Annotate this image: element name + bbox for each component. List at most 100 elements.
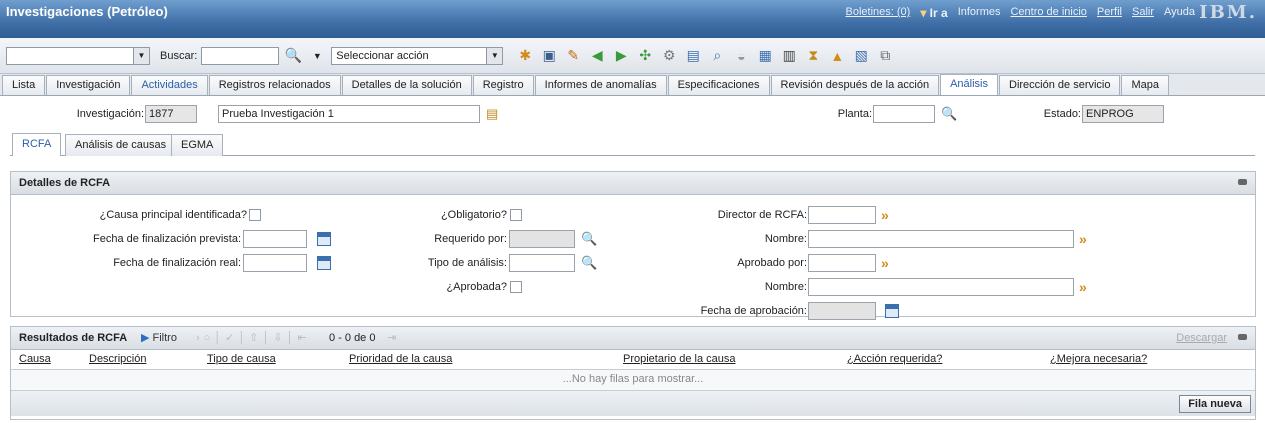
- chevron-down-icon: ▼: [486, 47, 503, 64]
- tab-lista[interactable]: Lista: [2, 75, 46, 95]
- tab-analisis-causas[interactable]: Análisis de causas: [65, 134, 177, 156]
- root-cause-checkbox[interactable]: [249, 209, 261, 221]
- approval-date-label: Fecha de aprobación:: [700, 305, 807, 317]
- vehicle-icon[interactable]: ◒: [731, 46, 751, 66]
- column-improvement-needed[interactable]: ¿Mejora necesaria?: [1050, 353, 1147, 365]
- hourglass-icon[interactable]: ⧗: [803, 46, 823, 66]
- planned-end-label: Fecha de finalización prevista:: [93, 233, 241, 245]
- detail-menu-icon[interactable]: »: [881, 256, 889, 270]
- analysis-type-input[interactable]: [509, 254, 575, 272]
- link-start-center[interactable]: Centro de inicio: [1010, 6, 1086, 20]
- title-bar: Investigaciones (Petróleo) Boletines: (0…: [0, 0, 1265, 38]
- filter-button[interactable]: ▶ Filtro: [141, 327, 177, 349]
- link-bulletins[interactable]: Boletines: (0): [846, 6, 911, 20]
- sub-tabs: RCFA Análisis de causas EGMA: [10, 132, 1255, 156]
- edit-icon[interactable]: ✎: [563, 46, 583, 66]
- tab-investigacion[interactable]: Investigación: [46, 75, 131, 95]
- detail-menu-icon[interactable]: »: [881, 208, 889, 222]
- column-cause-owner[interactable]: Propietario de la causa: [623, 353, 736, 365]
- tab-analisis[interactable]: Análisis: [940, 74, 998, 95]
- tab-mapa[interactable]: Mapa: [1121, 75, 1170, 95]
- toolbar: ▼ Buscar: 🔍 ▼ Seleccionar acción ▼ ✱ ▣ ✎…: [0, 38, 1265, 74]
- approval-date-input[interactable]: [808, 302, 876, 320]
- tab-informes-anomalias[interactable]: Informes de anomalías: [534, 75, 667, 95]
- plant-field[interactable]: [873, 105, 935, 123]
- tab-detalles-solucion[interactable]: Detalles de la solución: [341, 75, 472, 95]
- mandatory-checkbox[interactable]: [510, 209, 522, 221]
- analysis-type-label: Tipo de análisis:: [427, 257, 507, 269]
- link-goto[interactable]: ▾ Ir a: [920, 6, 947, 20]
- tab-rcfa[interactable]: RCFA: [12, 133, 62, 156]
- rcfa-form: ¿Causa principal identificada? Fecha de …: [11, 195, 1255, 320]
- tab-egma[interactable]: EGMA: [171, 134, 224, 156]
- report-icon[interactable]: ▤: [683, 46, 703, 66]
- tab-registros-relacionados[interactable]: Registros relacionados: [208, 75, 341, 95]
- save-icon[interactable]: ▣: [539, 46, 559, 66]
- required-by-label: Requerido por:: [434, 233, 507, 245]
- link-help[interactable]: Ayuda: [1164, 6, 1195, 20]
- header-links: Boletines: (0) ▾ Ir a Informes Centro de…: [846, 6, 1196, 20]
- actual-end-label: Fecha de finalización real:: [113, 257, 241, 269]
- detail-menu-icon[interactable]: »: [1079, 280, 1087, 294]
- actual-end-input[interactable]: [243, 254, 307, 272]
- column-cause[interactable]: Causa: [19, 353, 51, 365]
- tab-direccion-servicio[interactable]: Dirección de servicio: [999, 75, 1121, 95]
- search-icon[interactable]: 🔍: [941, 106, 957, 122]
- next-icon[interactable]: ▶: [611, 46, 631, 66]
- calendar-icon[interactable]: [317, 256, 331, 270]
- calendar-icon[interactable]: [317, 232, 331, 246]
- action-select[interactable]: Seleccionar acción ▼: [331, 46, 504, 65]
- download-link[interactable]: Descargar: [1176, 327, 1227, 349]
- long-description-icon[interactable]: ▤: [486, 106, 498, 122]
- column-cause-priority[interactable]: Prioridad de la causa: [349, 353, 452, 365]
- column-action-required[interactable]: ¿Acción requerida?: [847, 353, 942, 365]
- name-label-1: Nombre:: [764, 233, 807, 245]
- approver-name-input[interactable]: [808, 278, 1074, 296]
- document-icon[interactable]: ▧: [851, 46, 871, 66]
- column-description[interactable]: Descripción: [89, 353, 146, 365]
- approved-q-label: ¿Aprobada?: [446, 281, 507, 293]
- search-input[interactable]: [201, 46, 280, 65]
- search-options-icon[interactable]: ▼: [307, 46, 327, 66]
- tab-registro[interactable]: Registro: [472, 75, 534, 95]
- record-header: Investigación: 1877 Prueba Investigación…: [0, 96, 1265, 132]
- investigation-id-field[interactable]: 1877: [145, 105, 197, 123]
- results-toolbar: Resultados de RCFA ▶ Filtro ›○│✓│⇧│⇩│⇤ 0…: [11, 327, 1255, 350]
- query-select[interactable]: ▼: [6, 46, 150, 65]
- director-input[interactable]: [808, 206, 876, 224]
- planned-end-input[interactable]: [243, 230, 307, 248]
- search-icon[interactable]: 🔍: [581, 255, 597, 271]
- status-field[interactable]: ENPROG: [1082, 105, 1164, 123]
- link-reports[interactable]: Informes: [958, 6, 1001, 20]
- column-cause-type[interactable]: Tipo de causa: [207, 353, 276, 365]
- tab-especificaciones[interactable]: Especificaciones: [667, 75, 770, 95]
- detail-menu-icon[interactable]: »: [1079, 232, 1087, 246]
- empty-table-message: ...No hay filas para mostrar...: [11, 370, 1255, 390]
- search-icon[interactable]: 🔍: [581, 231, 597, 247]
- tab-revision-despues-accion[interactable]: Revisión después de la acción: [770, 75, 940, 95]
- copy-icon[interactable]: ⧉: [875, 46, 895, 66]
- description-field[interactable]: Prueba Investigación 1: [218, 105, 480, 123]
- approved-checkbox[interactable]: [510, 281, 522, 293]
- required-by-input[interactable]: [509, 230, 575, 248]
- link-profile[interactable]: Perfil: [1097, 6, 1122, 20]
- previous-icon[interactable]: ◀: [587, 46, 607, 66]
- find-icon[interactable]: ⌕: [707, 46, 727, 66]
- settings-icon[interactable]: ⚙: [659, 46, 679, 66]
- tab-actividades[interactable]: Actividades: [131, 75, 208, 95]
- new-record-icon[interactable]: ✱: [515, 46, 535, 66]
- search-icon[interactable]: 🔍: [283, 46, 303, 66]
- barcode-icon[interactable]: ▥: [779, 46, 799, 66]
- director-name-input[interactable]: [808, 230, 1074, 248]
- collapse-icon[interactable]: [1238, 334, 1247, 340]
- workflow-icon[interactable]: ✣: [635, 46, 655, 66]
- investigation-label: Investigación:: [76, 108, 144, 120]
- collapse-icon[interactable]: [1238, 179, 1247, 185]
- approved-by-input[interactable]: [808, 254, 876, 272]
- calendar-icon[interactable]: [885, 304, 899, 318]
- chart-icon[interactable]: ▦: [755, 46, 775, 66]
- results-title: Resultados de RCFA: [19, 332, 128, 344]
- warning-icon[interactable]: ▲: [827, 46, 847, 66]
- new-row-button[interactable]: Fila nueva: [1179, 395, 1251, 413]
- link-signout[interactable]: Salir: [1132, 6, 1154, 20]
